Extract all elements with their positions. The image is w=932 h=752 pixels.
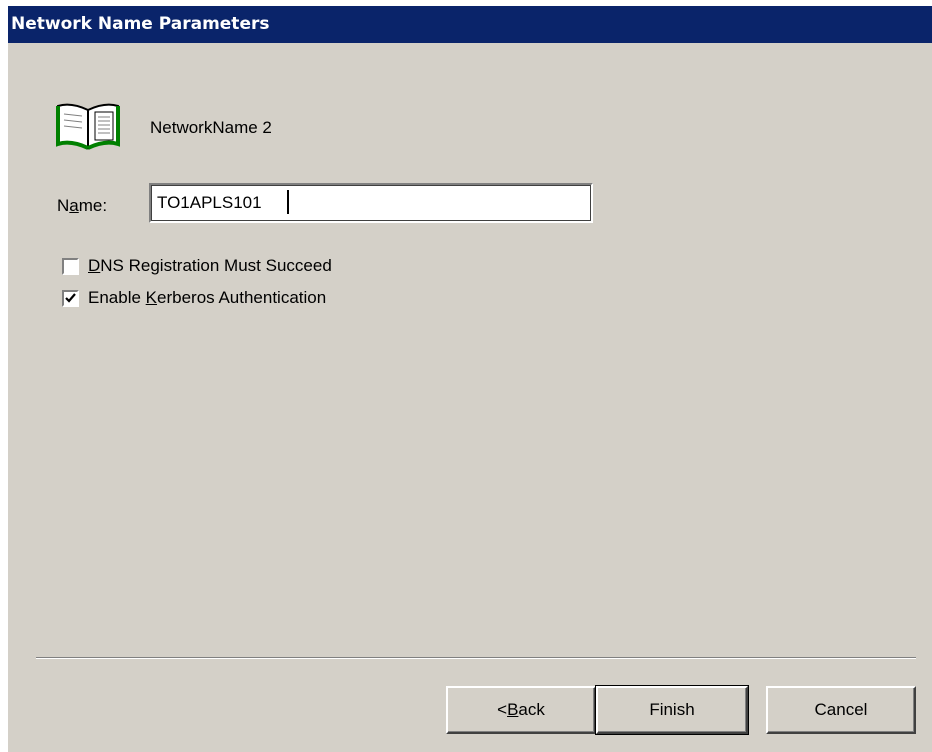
name-label: Name:: [57, 196, 108, 215]
dns-registration-label: DNS Registration Must Succeed: [88, 256, 332, 275]
text-caret: [287, 190, 289, 214]
name-input[interactable]: [149, 183, 593, 223]
checkmark-icon: [65, 292, 76, 303]
back-button[interactable]: < Back: [446, 686, 596, 734]
kerberos-auth-option[interactable]: Enable Kerberos Authentication: [62, 288, 326, 308]
dns-registration-option[interactable]: DNS Registration Must Succeed: [62, 256, 332, 276]
kerberos-auth-label: Enable Kerberos Authentication: [88, 288, 327, 307]
dialog-title: Network Name Parameters: [8, 6, 932, 43]
button-separator: [36, 657, 916, 659]
cancel-button[interactable]: Cancel: [766, 686, 916, 734]
open-book-icon: [55, 100, 127, 152]
resource-name: NetworkName 2: [150, 118, 272, 137]
kerberos-auth-checkbox[interactable]: [62, 289, 79, 307]
finish-button[interactable]: Finish: [595, 685, 749, 735]
window-left-edge: [0, 0, 8, 752]
dns-registration-checkbox[interactable]: [62, 257, 79, 275]
